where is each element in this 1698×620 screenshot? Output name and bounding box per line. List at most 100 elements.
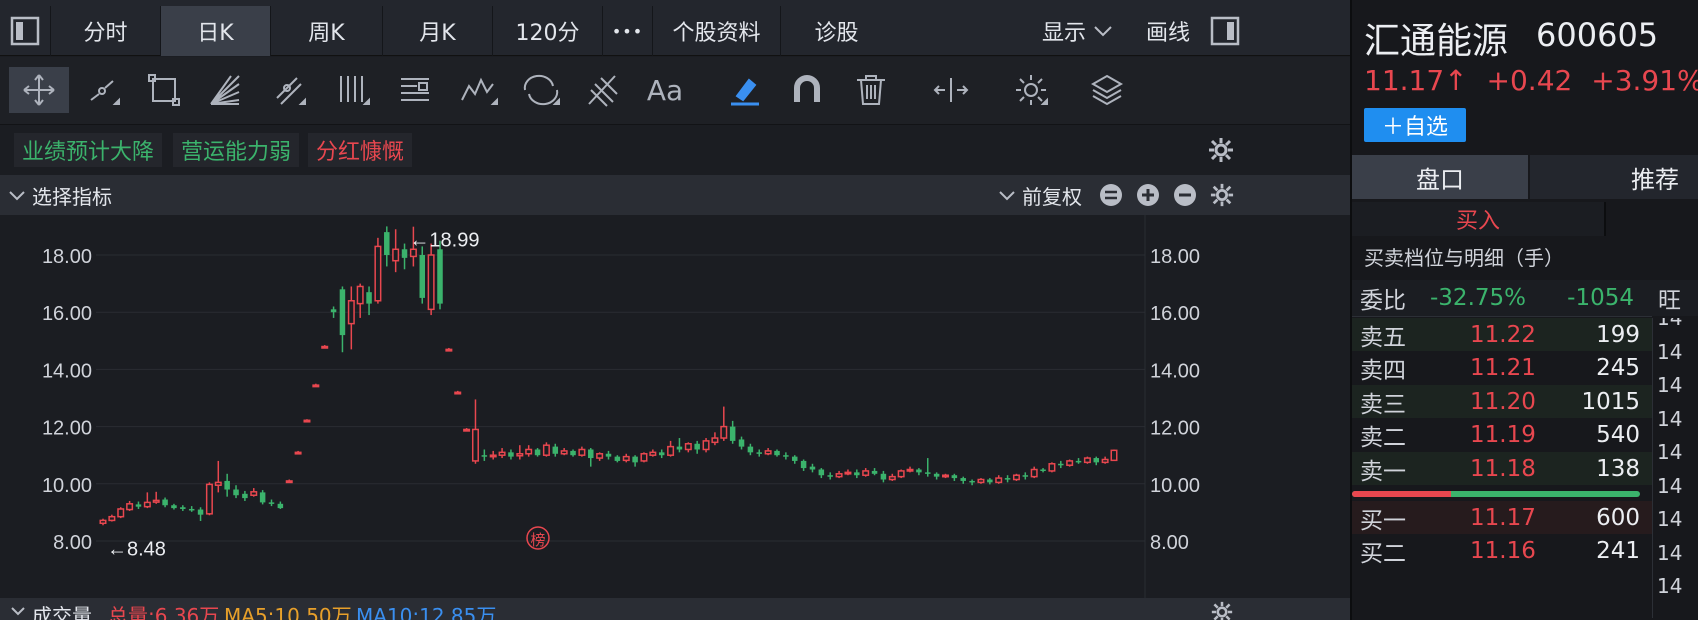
zoom-out-icon[interactable] (1173, 183, 1197, 207)
tab-monthly-k[interactable]: 月K (382, 6, 492, 56)
trash-tool-icon[interactable] (844, 67, 898, 113)
candle-body (614, 456, 621, 461)
bid-level-price: 11.16 (1470, 538, 1536, 564)
candle-body (277, 503, 284, 509)
candle-body (180, 507, 186, 509)
candle-body (171, 505, 177, 509)
candle-body (1040, 469, 1046, 471)
rectangle-tool-icon[interactable] (137, 67, 191, 113)
candle-body (117, 508, 125, 518)
candle-body (632, 456, 638, 463)
text-tool-icon[interactable]: Aa (638, 67, 692, 113)
magnet-tool-icon[interactable] (780, 67, 834, 113)
indicator-select-dropdown[interactable]: 选择指标 (8, 181, 112, 210)
side-column-value: 14 (1657, 318, 1683, 330)
ask-level-row[interactable]: 卖五 11.22 199 (1352, 318, 1652, 351)
candle-body (871, 470, 878, 474)
chevron-down-icon[interactable] (10, 606, 26, 616)
tag-dividend[interactable]: 分红慷慨 (308, 133, 413, 167)
tab-recommend[interactable]: 推荐 (1530, 155, 1698, 199)
adjust-mode-dropdown[interactable]: 前复权 (998, 181, 1082, 210)
collapse-icon[interactable] (1099, 183, 1123, 207)
add-watchlist-button[interactable]: ＋自选 (1364, 108, 1466, 142)
ask-level-volume: 245 (1596, 355, 1640, 381)
bid-level-label: 买二 (1360, 541, 1406, 567)
candle-body (250, 491, 258, 496)
bid-level-row[interactable]: 买二 11.16 241 (1352, 535, 1652, 568)
ask-level-price: 11.20 (1470, 388, 1536, 415)
move-tool-icon[interactable] (9, 67, 69, 113)
candle-body (534, 449, 541, 456)
ask-level-row[interactable]: 卖三 11.20 1015 (1352, 385, 1652, 418)
candle-body (827, 475, 833, 477)
kline-chart-area[interactable]: 8.00 8.00 10.00 10.00 12.00 12.00 14.00 14.00 16… (0, 215, 1350, 605)
display-dropdown[interactable]: 显示 (1042, 15, 1114, 47)
tab-weekly-k[interactable]: 周K (270, 6, 382, 56)
candle-body (303, 419, 311, 423)
text-lines-tool-icon[interactable] (388, 67, 442, 113)
candle-body (427, 254, 435, 311)
ratio-pct: -32.75% (1430, 285, 1526, 311)
candle-body (774, 450, 780, 456)
cycle-tool-icon[interactable] (514, 67, 568, 113)
ask-level-label: 卖五 (1360, 324, 1406, 351)
wave-tool-icon[interactable] (452, 67, 506, 113)
panel-toggle-left-icon[interactable] (0, 6, 50, 56)
candle-body (205, 483, 213, 515)
candle-body (356, 285, 364, 305)
draw-line-button[interactable]: 画线 (1146, 15, 1190, 47)
candle-body (384, 232, 390, 255)
ask-level-row[interactable]: 卖一 11.18 138 (1352, 452, 1652, 485)
price-change-pct: +3.91% (1591, 64, 1698, 97)
candle-body (854, 472, 860, 476)
tab-diagnose[interactable]: 诊股 (780, 6, 892, 56)
tag-operating-capacity[interactable]: 营运能力弱 (173, 133, 300, 167)
candle-body (268, 502, 275, 504)
candle-body (1066, 460, 1074, 466)
lock-axis-tool-icon[interactable] (924, 67, 978, 113)
candle-body (747, 446, 754, 453)
kline-chart[interactable]: 8.00 8.00 10.00 10.00 12.00 12.00 14.00 14.00 16… (0, 215, 1350, 605)
candle-body (445, 348, 453, 352)
tab-stock-profile[interactable]: 个股资料 (652, 6, 780, 56)
quote-panel: 汇通能源 600605 11.17↑ +0.42 +3.91% ＋自选 盘口 推… (1350, 0, 1698, 620)
line-segment-tool-icon[interactable] (76, 67, 130, 113)
highlighter-tool-icon[interactable] (718, 67, 772, 113)
tag-earnings-forecast[interactable]: 业绩预计大降 (14, 133, 163, 167)
candle-body (649, 451, 657, 456)
fan-lines-tool-icon[interactable] (198, 67, 252, 113)
tab-120min[interactable]: 120分 (492, 6, 602, 56)
zoom-in-icon[interactable] (1136, 183, 1160, 207)
period-tab-bar: 分时 日K 周K 月K 120分 ••• 个股资料 诊股 显示 画线 (0, 0, 1350, 56)
candle-body (809, 466, 816, 470)
ask-level-row[interactable]: 卖四 11.21 245 (1352, 352, 1652, 385)
gear-icon[interactable] (1211, 601, 1233, 620)
gear-icon[interactable] (1210, 183, 1234, 207)
bid-level-volume: 600 (1596, 504, 1640, 531)
candle-body (152, 499, 160, 503)
bid-level-price: 11.17 (1470, 504, 1536, 531)
candle-body (321, 345, 329, 349)
candle-body (1022, 475, 1029, 477)
candle-body (108, 515, 116, 522)
fibonacci-tool-icon[interactable] (576, 67, 630, 113)
panel-toggle-right-icon[interactable] (1202, 6, 1248, 56)
candle-body (401, 249, 408, 258)
layers-tool-icon[interactable] (1080, 67, 1134, 113)
tab-orderbook[interactable]: 盘口 (1352, 155, 1528, 199)
candle-body (916, 469, 922, 473)
more-tabs-button[interactable]: ••• (602, 6, 652, 56)
candle-body (783, 455, 789, 457)
settings-tool-icon[interactable] (1004, 67, 1058, 113)
ratio-label: 委比 (1360, 288, 1406, 314)
candle-body (844, 471, 852, 475)
buy-button[interactable]: 买入 (1352, 202, 1606, 236)
tab-intraday[interactable]: 分时 (50, 6, 160, 56)
candle-body (862, 470, 870, 476)
ask-level-row[interactable]: 卖二 11.19 540 (1352, 419, 1652, 452)
channel-tool-icon[interactable] (262, 67, 316, 113)
gear-icon[interactable] (1208, 137, 1234, 163)
bid-level-row[interactable]: 买一 11.17 600 (1352, 501, 1652, 534)
tab-daily-k[interactable]: 日K (160, 6, 270, 56)
vertical-lines-tool-icon[interactable] (326, 67, 380, 113)
